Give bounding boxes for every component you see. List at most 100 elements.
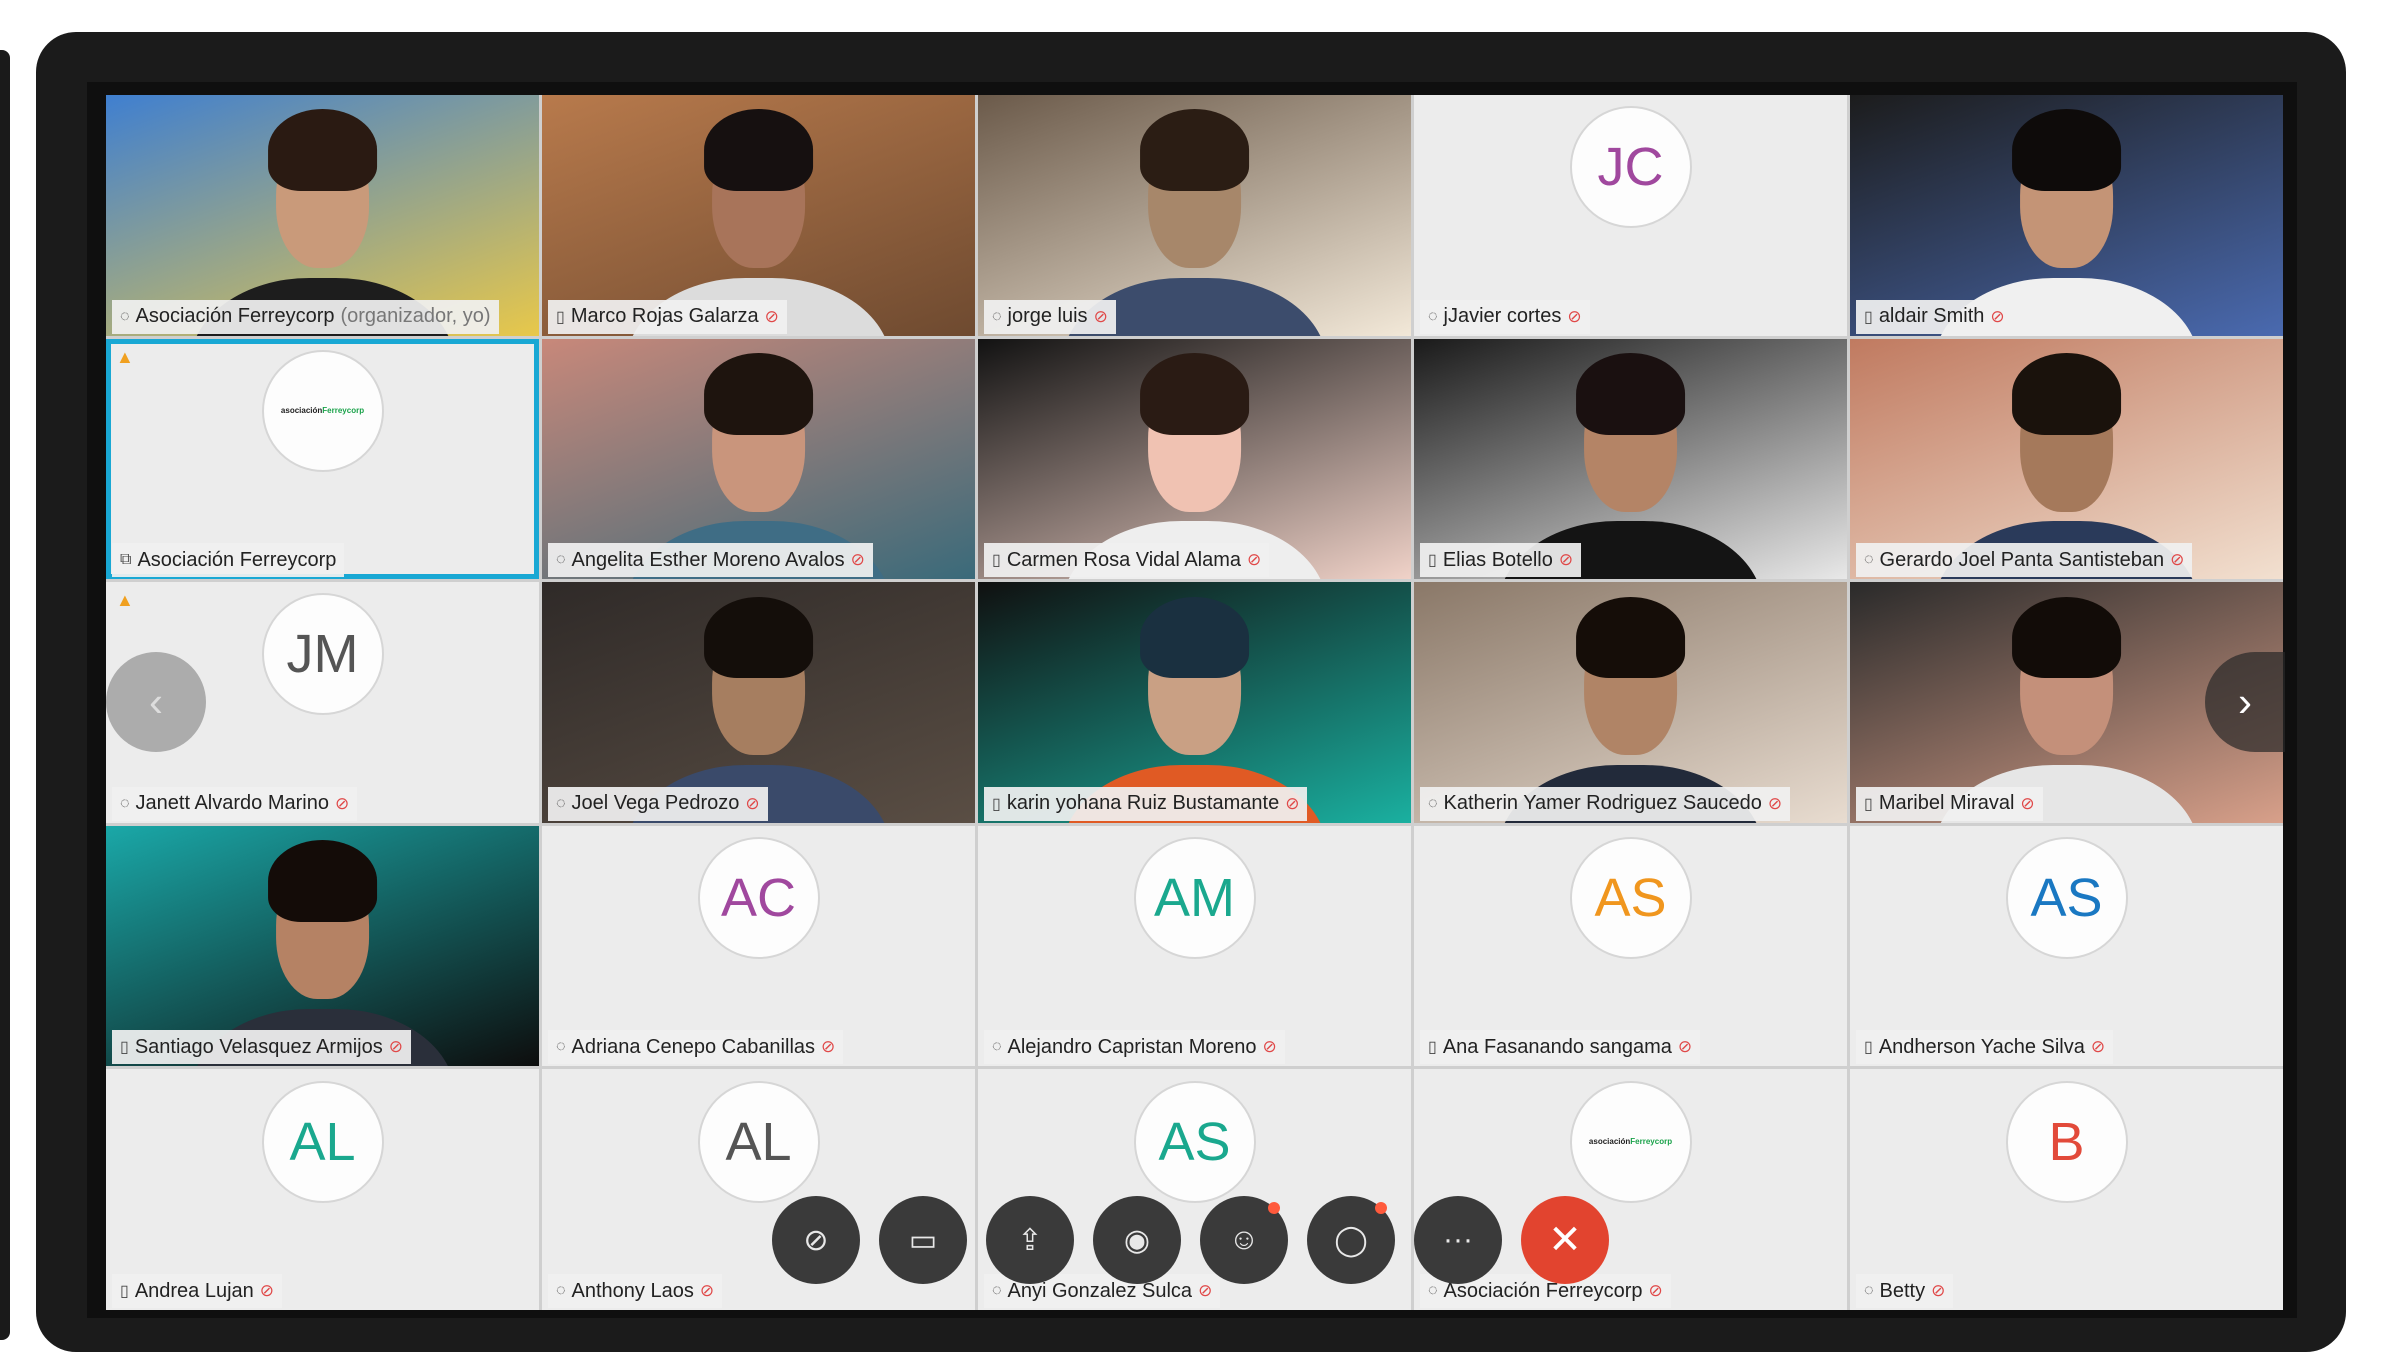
speaker-icon: ◌ xyxy=(1428,307,1438,325)
avatar: JC xyxy=(1569,106,1692,229)
avatar: AL xyxy=(697,1080,820,1203)
participant-tile[interactable]: ▯ Elias Botello ⊘ xyxy=(1414,338,1847,580)
participant-name: Marco Rojas Galarza xyxy=(570,305,759,328)
speaker-icon: ◌ xyxy=(556,551,566,569)
participant-name: karin yohana Ruiz Bustamante xyxy=(1006,792,1280,815)
participant-name-label: ▯ Maribel Miraval ⊘ xyxy=(1856,786,2043,821)
participant-tile[interactable]: AC ◌ Adriana Cenepo Cabanillas ⊘ xyxy=(542,825,975,1067)
participant-tile[interactable]: ◌ Joel Vega Pedrozo ⊘ xyxy=(542,582,975,823)
participant-name-label: ◌ jorge luis ⊘ xyxy=(984,299,1116,334)
participant-tile[interactable]: ◌ Gerardo Joel Panta Santisteban ⊘ xyxy=(1850,338,2283,580)
mic-muted-icon: ⊘ xyxy=(821,1037,836,1057)
end-button[interactable]: ✕ xyxy=(1521,1196,1609,1284)
mic-muted-icon: ⊘ xyxy=(1767,793,1783,813)
avatar: AS xyxy=(1569,836,1692,959)
notification-dot xyxy=(1268,1202,1280,1214)
more-button[interactable]: ··· xyxy=(1414,1196,1502,1284)
participant-video xyxy=(1062,109,1327,336)
participant-name-label: ◌ Betty ⊘ xyxy=(1856,1274,1954,1308)
mic-muted-icon: ⊘ xyxy=(1990,306,2005,326)
mic-muted-icon: ⊘ xyxy=(850,550,865,570)
mic-muted-icon: ⊘ xyxy=(1262,1037,1277,1057)
mic-muted-icon: ⊘ xyxy=(1931,1281,1946,1300)
participant-tile[interactable]: ◌ Asociación Ferreycorp (organizador, yo) xyxy=(106,95,539,336)
share-screen-icon: ⇪ xyxy=(1017,1223,1043,1257)
speaker-icon: ◌ xyxy=(1428,1282,1438,1299)
phone-icon: ▯ xyxy=(556,308,565,326)
participant-name: Maribel Miraval xyxy=(1878,792,2015,815)
mic-muted-icon: ⊘ xyxy=(334,793,350,813)
phone-icon: ▯ xyxy=(992,552,1001,570)
participant-name: Asociación Ferreycorp xyxy=(135,305,335,328)
record-button[interactable]: ◉ xyxy=(1093,1196,1181,1284)
participant-name-label: ▯ Santiago Velasquez Armijos ⊘ xyxy=(112,1030,411,1065)
participant-tile[interactable]: ▯ aldair Smith ⊘ xyxy=(1850,95,2283,336)
video-off-icon: ▭ xyxy=(908,1223,938,1257)
participant-tile[interactable]: AM ◌ Alejandro Capristan Moreno ⊘ xyxy=(978,825,1411,1067)
participant-name: Katherin Yamer Rodriguez Saucedo xyxy=(1443,792,1762,815)
participant-tile[interactable]: AL ▯ Andrea Lujan ⊘ xyxy=(106,1069,539,1310)
mic-muted-icon: ⊘ xyxy=(2020,793,2035,813)
video-button[interactable]: ▭ xyxy=(879,1196,967,1284)
mic-muted-icon: ⊘ xyxy=(764,306,779,326)
speaker-icon: ◌ xyxy=(1864,1282,1874,1299)
speaker-icon: ◌ xyxy=(992,307,1002,325)
mic-muted-icon: ⊘ xyxy=(2090,1037,2106,1057)
participant-name: Joel Vega Pedrozo xyxy=(571,792,740,815)
participant-name-label: ◌ jJavier cortes ⊘ xyxy=(1420,299,1590,334)
participant-tile[interactable]: ◌ Katherin Yamer Rodriguez Saucedo ⊘ xyxy=(1414,582,1847,823)
participant-role: (organizador, yo) xyxy=(340,305,491,328)
participant-tile[interactable]: ▯ Marco Rojas Galarza ⊘ xyxy=(542,95,975,336)
participant-name: Carmen Rosa Vidal Alama xyxy=(1006,548,1242,571)
mic-off-icon: ⊘ xyxy=(803,1223,829,1257)
participant-name-label: ◌ Asociación Ferreycorp (organizador, yo) xyxy=(112,299,499,334)
mic-muted-icon: ⊘ xyxy=(1247,550,1262,570)
participant-name-label: ◌ Alejandro Capristan Moreno ⊘ xyxy=(984,1030,1285,1065)
share-button[interactable]: ⇪ xyxy=(986,1196,1074,1284)
participant-tile[interactable]: AS ▯ Andherson Yache Silva ⊘ xyxy=(1850,825,2283,1067)
participant-name-label: ◌ Adriana Cenepo Cabanillas ⊘ xyxy=(548,1030,844,1065)
phone-icon: ▯ xyxy=(992,795,1001,813)
participant-tile[interactable]: ▯ Santiago Velasquez Armijos ⊘ xyxy=(106,825,539,1067)
participant-name-label: ◌ Joel Vega Pedrozo ⊘ xyxy=(548,786,768,821)
mic-muted-icon: ⊘ xyxy=(1285,793,1300,813)
participants-icon: ☺ xyxy=(1228,1223,1260,1256)
chat-button[interactable]: ◯ xyxy=(1307,1196,1395,1284)
adjacent-device-edge xyxy=(0,50,10,1340)
participant-tile[interactable]: ▯ Carmen Rosa Vidal Alama ⊘ xyxy=(978,338,1411,580)
speaker-icon: ◌ xyxy=(1428,794,1438,812)
participant-tile[interactable]: asociación Ferreycorp ▲ ⧉ Asociación Ferrey… xyxy=(106,338,539,580)
record-icon: ◉ xyxy=(1123,1223,1151,1257)
chevron-right-icon: › xyxy=(2238,678,2252,725)
mic-muted-icon: ⊘ xyxy=(1677,1037,1693,1057)
participant-tile[interactable]: ◌ Angelita Esther Moreno Avalos ⊘ xyxy=(542,338,975,580)
previous-page-button[interactable]: ‹ xyxy=(106,652,206,752)
participant-tile[interactable]: JC ◌ jJavier cortes ⊘ xyxy=(1414,95,1847,336)
participant-name: Andrea Lujan xyxy=(134,1279,254,1302)
organization-logo: asociación Ferreycorp xyxy=(1569,1080,1692,1203)
participant-name-label: ▯ Elias Botello ⊘ xyxy=(1420,543,1582,578)
speaker-icon: ◌ xyxy=(120,794,130,812)
warning-icon: ▲ xyxy=(116,590,134,611)
participant-name: Alejandro Capristan Moreno xyxy=(1007,1035,1257,1058)
phone-icon: ▯ xyxy=(1864,795,1873,813)
mic-muted-icon: ⊘ xyxy=(699,1281,715,1300)
participant-tile[interactable]: AS ▯ Ana Fasanando sangama ⊘ xyxy=(1414,825,1847,1067)
participant-tile[interactable]: B ◌ Betty ⊘ xyxy=(1850,1069,2283,1310)
participant-tile[interactable]: ▯ karin yohana Ruiz Bustamante ⊘ xyxy=(978,582,1411,823)
avatar: AS xyxy=(1133,1080,1256,1203)
mic-muted-icon: ⊘ xyxy=(1567,306,1582,326)
speaker-icon: ◌ xyxy=(120,307,130,325)
phone-icon: ▯ xyxy=(120,1283,129,1300)
mic-muted-icon: ⊘ xyxy=(745,793,760,813)
phone-icon: ▯ xyxy=(1428,1039,1437,1057)
meeting-toolbar: ⊘ ▭ ⇪ ◉ ☺ ◯ ··· ✕ xyxy=(772,1196,1609,1284)
participant-name-label: ▯ Andrea Lujan ⊘ xyxy=(112,1274,283,1308)
participants-button[interactable]: ☺ xyxy=(1200,1196,1288,1284)
participant-name-label: ◌ Angelita Esther Moreno Avalos ⊘ xyxy=(548,543,873,578)
mic-muted-icon: ⊘ xyxy=(1558,550,1574,570)
organization-logo: asociación Ferreycorp xyxy=(261,349,384,472)
mute-button[interactable]: ⊘ xyxy=(772,1196,860,1284)
participant-tile[interactable]: ◌ jorge luis ⊘ xyxy=(978,95,1411,336)
participant-name-label: ◌ Janett Alvardo Marino ⊘ xyxy=(112,786,358,821)
